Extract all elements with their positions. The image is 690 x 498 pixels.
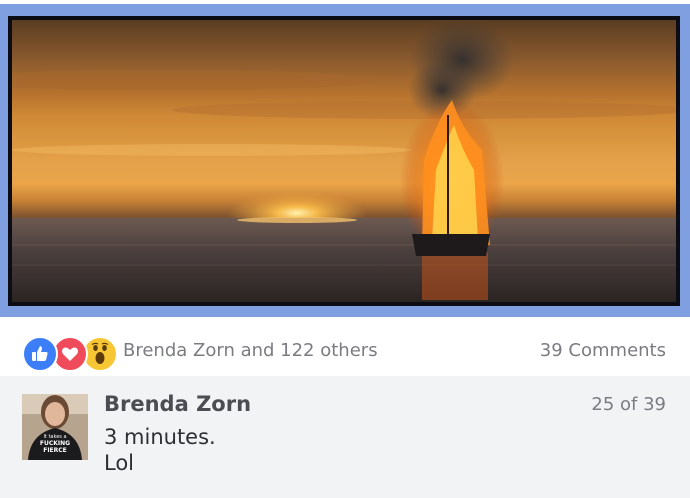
- burning-ship-scene: [12, 20, 676, 302]
- comments-count[interactable]: 39 Comments: [540, 340, 666, 361]
- post-image[interactable]: [8, 16, 680, 306]
- reactors-summary[interactable]: Brenda Zorn and 122 others: [123, 340, 378, 361]
- svg-text:FUCKING: FUCKING: [40, 440, 70, 447]
- like-icon: [22, 336, 58, 372]
- avatar-photo: It takes a FUCKING FIERCE: [22, 394, 88, 460]
- reactions-bar: Brenda Zorn and 122 others 39 Comments: [0, 320, 690, 376]
- comment-line: 3 minutes.: [104, 425, 216, 449]
- post-image-frame: [0, 4, 690, 317]
- comment-text: 3 minutes. Lol: [104, 424, 216, 476]
- svg-text:FIERCE: FIERCE: [43, 447, 67, 454]
- comment-author[interactable]: Brenda Zorn: [104, 392, 251, 416]
- comment-position: 25 of 39: [591, 394, 666, 415]
- reaction-icons[interactable]: [22, 336, 118, 372]
- comment-line: Lol: [104, 451, 135, 475]
- avatar[interactable]: It takes a FUCKING FIERCE: [22, 394, 88, 460]
- comment: It takes a FUCKING FIERCE Brenda Zorn 25…: [0, 376, 690, 498]
